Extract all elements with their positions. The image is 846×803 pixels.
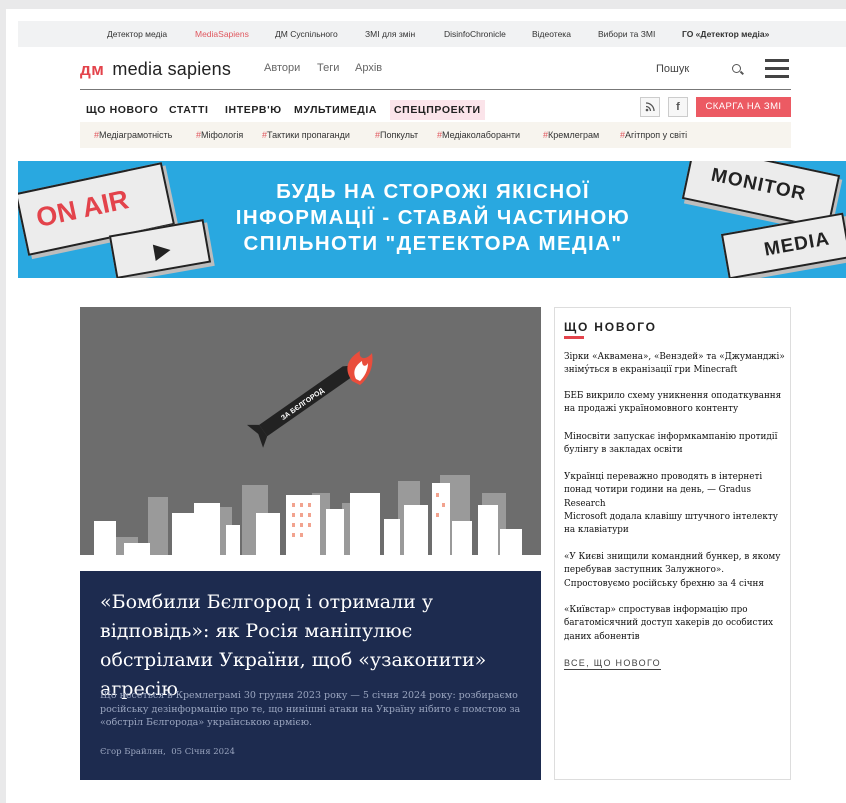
tag-link[interactable]: #Агітпроп у світі bbox=[620, 130, 687, 140]
search-icon[interactable] bbox=[732, 64, 741, 73]
nav-special-projects[interactable]: СПЕЦПРОЕКТИ bbox=[390, 100, 485, 120]
nav-whats-new[interactable]: ЩО НОВОГО bbox=[82, 100, 162, 120]
header-nav-archive[interactable]: Архів bbox=[355, 62, 382, 74]
network-link[interactable]: ГО «Детектор медіа» bbox=[682, 29, 769, 39]
all-news-link[interactable]: ВСЕ, ЩО НОВОГО bbox=[564, 658, 661, 670]
whats-new-sidebar: ЩО НОВОГО Зірки «Аквамена», «Венздей» та… bbox=[554, 307, 791, 780]
news-item[interactable]: БЕБ викрило схему уникнення оподаткуванн… bbox=[564, 390, 788, 417]
network-link[interactable]: Детектор медіа bbox=[107, 29, 167, 39]
hero-meta: Єгор Брайлян, 05 Січня 2024 bbox=[100, 747, 235, 757]
sidebar-heading: ЩО НОВОГО bbox=[564, 320, 657, 334]
network-link[interactable]: ДМ Суспільного bbox=[275, 29, 338, 39]
menu-icon[interactable] bbox=[765, 59, 789, 79]
search-input[interactable]: Пошук bbox=[656, 60, 741, 80]
news-item[interactable]: Зірки «Аквамена», «Венздей» та «Джумандж… bbox=[564, 351, 788, 378]
heading-accent bbox=[564, 336, 584, 339]
hero-lead: Що несеться в Кремлеграмі 30 грудня 2023… bbox=[100, 690, 521, 728]
hero-title[interactable]: «Бомбили Бєлгород і отримали у відповідь… bbox=[100, 588, 530, 704]
network-link-active[interactable]: MediaSapiens bbox=[195, 29, 249, 39]
nav-articles[interactable]: СТАТТІ bbox=[165, 100, 212, 120]
site-logo[interactable]: дм media sapiens bbox=[80, 59, 231, 80]
news-item[interactable]: Міносвіти запускає інформкампанію протид… bbox=[564, 431, 788, 458]
hero-author[interactable]: Єгор Брайлян bbox=[100, 747, 163, 757]
tag-link[interactable]: #Міфологія bbox=[196, 130, 243, 140]
hero-image: ЗА БЄЛГОРОД bbox=[80, 307, 541, 571]
header-divider bbox=[80, 89, 791, 90]
tag-link[interactable]: #Попкульт bbox=[375, 130, 418, 140]
banner-text: БУДЬ НА СТОРОЖІ ЯКІСНОЇ ІНФОРМАЦІЇ - СТА… bbox=[235, 180, 631, 255]
header-nav-authors[interactable]: Автори bbox=[264, 62, 300, 74]
news-item[interactable]: Українці переважно проводять в інтернеті… bbox=[564, 471, 788, 511]
media-key: MEDIA bbox=[720, 212, 846, 278]
tag-link[interactable]: #Кремлеграм bbox=[543, 130, 599, 140]
tag-link[interactable]: #Тактики пропаганди bbox=[262, 130, 350, 140]
nav-interviews[interactable]: ІНТЕРВ'Ю bbox=[221, 100, 286, 120]
network-link[interactable]: DisinfoChronicle bbox=[444, 29, 506, 39]
tag-link[interactable]: #Медіаграмотність bbox=[94, 130, 172, 140]
network-bar: Детектор медіа MediaSapiens ДМ Суспільно… bbox=[18, 21, 846, 47]
rss-icon[interactable] bbox=[640, 97, 660, 117]
header-nav-tags[interactable]: Теги bbox=[317, 62, 339, 74]
news-item[interactable]: Microsoft додала клавішу штучного інтеле… bbox=[564, 511, 788, 538]
page: Детектор медіа MediaSapiens ДМ Суспільно… bbox=[6, 9, 846, 803]
tag-link[interactable]: #Медіаколаборанти bbox=[437, 130, 520, 140]
rocket-label: ЗА БЄЛГОРОД bbox=[280, 387, 325, 422]
tag-bar: #Медіаграмотність #Міфологія #Тактики пр… bbox=[80, 122, 791, 148]
hero-article[interactable]: ЗА БЄЛГОРОД «Бомбили Бєлгород і отримали… bbox=[80, 307, 541, 780]
network-link[interactable]: ЗМІ для змін bbox=[365, 29, 415, 39]
hero-date: 05 Січня 2024 bbox=[171, 747, 235, 757]
nav-multimedia[interactable]: МУЛЬТИМЕДІА bbox=[290, 100, 381, 120]
facebook-icon[interactable]: f bbox=[668, 97, 688, 117]
network-link[interactable]: Відеотека bbox=[532, 29, 571, 39]
search-placeholder: Пошук bbox=[656, 63, 690, 75]
news-item[interactable]: «Київстар» спростував інформацію про баг… bbox=[564, 604, 788, 644]
news-item[interactable]: «У Києві знищили командний бункер, в яко… bbox=[564, 551, 788, 591]
play-icon: ▶ bbox=[152, 238, 172, 263]
report-media-button[interactable]: СКАРГА НА ЗМІ bbox=[696, 97, 791, 117]
promo-banner[interactable]: ON AIR ▶ БУДЬ НА СТОРОЖІ ЯКІСНОЇ ІНФОРМА… bbox=[18, 161, 846, 278]
logo-mark: дм bbox=[80, 60, 105, 79]
network-link[interactable]: Вибори та ЗМІ bbox=[598, 29, 655, 39]
logo-text: media sapiens bbox=[112, 59, 232, 79]
